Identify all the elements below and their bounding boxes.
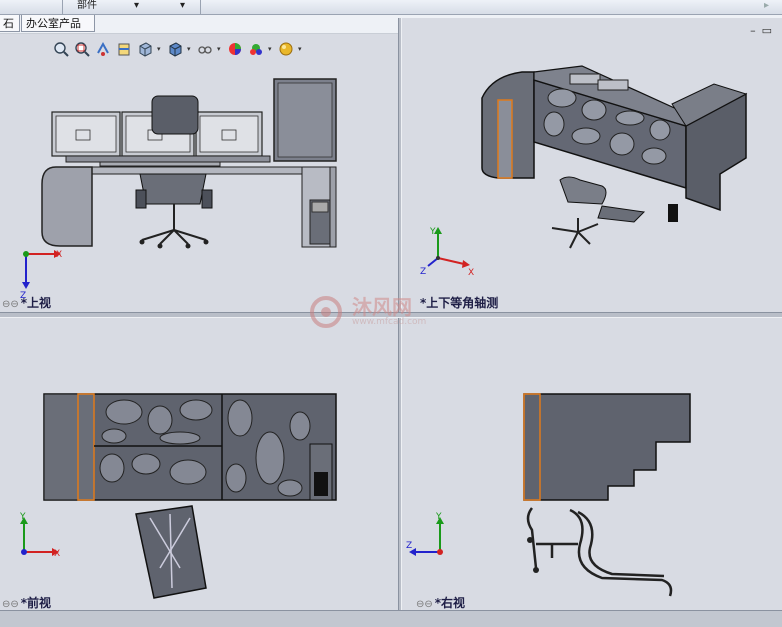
viewport-isometric[interactable]: –▭ Y X Z *上下等角轴测 <box>402 18 782 312</box>
separator <box>62 0 63 14</box>
axis-x-label: X <box>468 268 474 278</box>
coordinate-triad-icon: Y X Z <box>420 227 474 278</box>
axis-x-label: X <box>54 549 60 559</box>
glasses-icon: ⊖⊖ <box>416 599 433 610</box>
watermark: 沐风网 www.mfcad.com <box>308 290 478 334</box>
axis-y-label: Y <box>435 512 442 522</box>
watermark-logo-icon <box>310 296 342 328</box>
coordinate-triad-icon: Y Z <box>406 512 444 556</box>
tab-office-products[interactable]: 办公室产品 <box>21 15 95 32</box>
watermark-url: www.mfcad.com <box>352 317 427 327</box>
dropdown-arrow-icon[interactable]: ▾ <box>180 0 185 12</box>
coordinate-triad-icon: Y X <box>19 512 60 559</box>
tab-stone[interactable]: 石 <box>0 15 20 32</box>
viewport-front[interactable]: Y X ⊖⊖ *前视 <box>0 318 398 610</box>
glasses-icon: ⊖⊖ <box>2 299 19 310</box>
view-label-top: ⊖⊖ *上视 <box>2 296 52 310</box>
glasses-icon: ⊖⊖ <box>2 599 19 610</box>
coordinate-triad-icon: X Z <box>20 250 62 301</box>
view-label-front: ⊖⊖ *前视 <box>2 596 52 610</box>
separator <box>200 0 201 14</box>
status-bar <box>0 610 782 627</box>
axis-z-label: Z <box>406 541 412 551</box>
top-menu-bar: 部件 ▾ ▾ ▸ <box>0 0 782 15</box>
overflow-arrow-icon[interactable]: ▸ <box>764 0 769 12</box>
view-label-right: ⊖⊖ *右视 <box>416 596 466 610</box>
viewport-top[interactable]: ▾ ▾ ▾ ▾ ▾ X Z ⊖⊖ *上视 <box>0 34 398 312</box>
parts-menu[interactable]: 部件 <box>77 0 97 12</box>
viewport-right[interactable]: Y Z ⊖⊖ *右视 <box>402 318 782 610</box>
axis-z-label: Z <box>420 267 426 277</box>
axis-y-label: Y <box>19 512 26 522</box>
watermark-title: 沐风网 <box>352 295 412 319</box>
axis-x-label: X <box>56 250 62 260</box>
axis-y-label: Y <box>429 227 436 237</box>
dropdown-arrow-icon[interactable]: ▾ <box>134 0 139 12</box>
